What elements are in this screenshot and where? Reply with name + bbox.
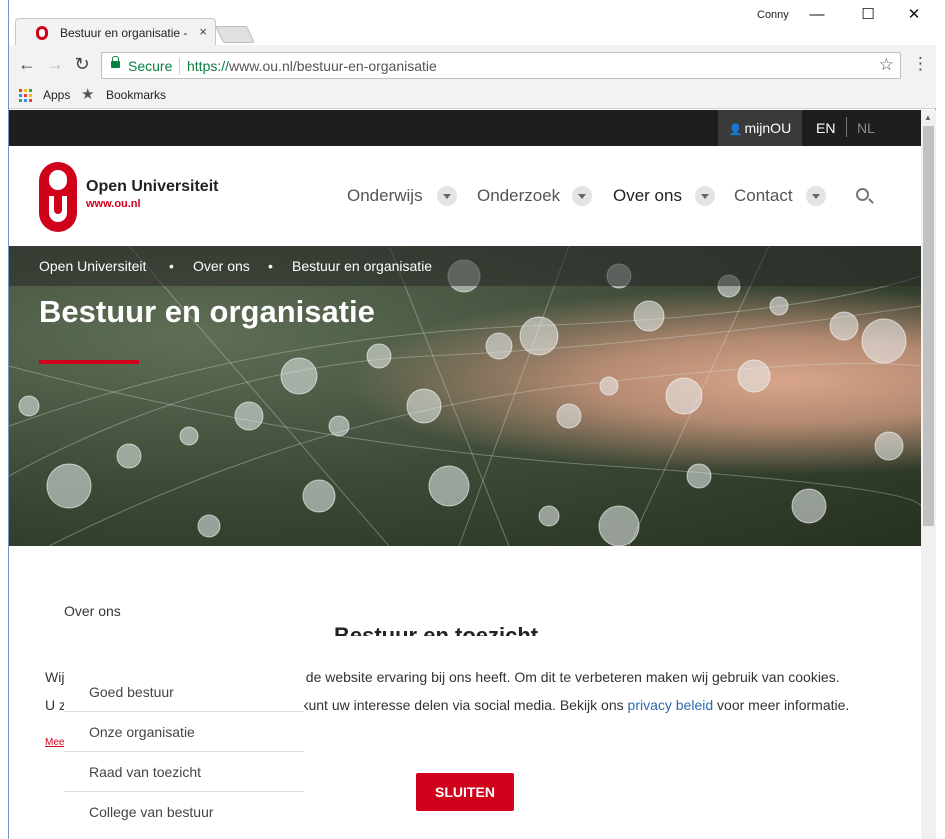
chevron-down-icon[interactable]	[806, 186, 826, 206]
cookie-line1-end: de website ervaring bij ons heeft. Om di…	[305, 669, 840, 685]
url-scheme: https://	[187, 58, 230, 74]
maximize-button[interactable]: ☐	[845, 4, 891, 28]
language-nl[interactable]: NL	[857, 120, 875, 136]
logo-name[interactable]: Open Universiteit	[86, 178, 218, 196]
forward-icon[interactable]: →	[44, 54, 66, 75]
background-window-right	[935, 110, 945, 839]
background-window-left	[0, 45, 8, 839]
tab-close-icon[interactable]: ×	[199, 24, 207, 39]
title-underline	[39, 360, 139, 364]
cookie-line2-end: kunt uw interesse delen via social media…	[301, 697, 628, 713]
nav-onderzoek[interactable]: Onderzoek	[477, 186, 560, 206]
scroll-thumb[interactable]	[923, 126, 934, 526]
browser-menu-icon[interactable]: ⋮	[912, 54, 929, 74]
sidenav-item-label: Onze organisatie	[89, 724, 195, 740]
browser-toolbar: ← → ↻ Secure https://www.ou.nl/bestuur-e…	[9, 45, 936, 83]
mijnou-button[interactable]: 👤 mijnOU	[718, 110, 802, 146]
secure-label: Secure	[128, 58, 173, 74]
breadcrumb-separator: •	[169, 258, 174, 274]
breadcrumb-current: Bestuur en organisatie	[292, 258, 433, 274]
nav-onderwijs[interactable]: Onderwijs	[347, 186, 423, 206]
back-icon[interactable]: ←	[16, 54, 38, 75]
reload-icon[interactable]: ↻	[71, 54, 93, 75]
hero-banner: Open Universiteit • Over ons • Bestuur e…	[9, 246, 921, 546]
privacy-link[interactable]: privacy beleid	[628, 697, 714, 713]
apps-grid-icon[interactable]	[19, 89, 33, 103]
sidenav-item-goed-bestuur[interactable]: Goed bestuur	[64, 672, 304, 712]
search-icon[interactable]	[856, 188, 869, 201]
dew-web-image	[9, 246, 921, 546]
web-page: 👤 mijnOU EN NL Open Universiteit www.ou.n…	[9, 110, 921, 839]
new-tab-button[interactable]	[215, 26, 255, 43]
site-header: Open Universiteit www.ou.nl Onderwijs On…	[9, 146, 921, 246]
chevron-down-icon[interactable]	[572, 186, 592, 206]
url-path: www.ou.nl/bestuur-en-organisatie	[229, 58, 437, 74]
sidenav-item-label: College van bestuur	[89, 804, 214, 820]
bookmark-apps[interactable]: Apps	[43, 88, 70, 102]
bookmarks-bar: Apps ★ Bookmarks	[9, 83, 936, 109]
browser-window: Bestuur en organisatie - × Conny — ☐ ✕ ←…	[8, 0, 936, 839]
nav-contact[interactable]: Contact	[734, 186, 793, 206]
address-bar[interactable]: Secure https://www.ou.nl/bestuur-en-orga…	[101, 52, 901, 79]
nav-over-ons[interactable]: Over ons	[613, 186, 682, 206]
browser-tab[interactable]: Bestuur en organisatie - ×	[15, 18, 216, 46]
page-title: Bestuur en organisatie	[39, 294, 375, 329]
page-scrollbar[interactable]: ▲	[921, 110, 936, 839]
breadcrumb: Open Universiteit • Over ons • Bestuur e…	[9, 246, 921, 286]
chevron-down-icon[interactable]	[437, 186, 457, 206]
close-cookie-button[interactable]: SLUITEN	[416, 773, 514, 811]
breadcrumb-over-ons[interactable]: Over ons	[193, 258, 250, 274]
tab-title: Bestuur en organisatie -	[60, 26, 188, 40]
person-icon: 👤	[728, 124, 743, 136]
omnibox-divider	[179, 58, 180, 74]
language-en[interactable]: EN	[816, 120, 835, 136]
breadcrumb-separator: •	[268, 258, 273, 274]
profile-name[interactable]: Conny	[757, 9, 789, 21]
minimize-button[interactable]: —	[794, 4, 840, 28]
side-navigation: Goed bestuur Onze organisatie Raad van t…	[64, 672, 304, 832]
bookmark-bookmarks[interactable]: Bookmarks	[106, 88, 166, 102]
content-heading: Bestuur en toezicht	[334, 623, 539, 636]
mijnou-label: mijnOU	[744, 120, 792, 136]
sidenav-item-label: Goed bestuur	[89, 684, 174, 700]
sidenav-item-raad-van-toezicht[interactable]: Raad van toezicht	[64, 752, 304, 792]
ou-favicon-icon	[36, 26, 48, 40]
title-bar: Bestuur en organisatie - × Conny — ☐ ✕	[9, 0, 937, 46]
chevron-down-icon[interactable]	[695, 186, 715, 206]
url-text[interactable]: https://www.ou.nl/bestuur-en-organisatie	[187, 58, 437, 74]
close-window-button[interactable]: ✕	[891, 4, 937, 28]
breadcrumb-home[interactable]: Open Universiteit	[39, 258, 146, 274]
star-icon: ★	[81, 86, 95, 103]
lock-icon	[111, 56, 120, 68]
ou-logo-icon[interactable]	[39, 162, 77, 232]
cookie-line2-tail: voor meer informatie.	[713, 697, 850, 713]
sidenav-item-onze-organisatie[interactable]: Onze organisatie	[64, 712, 304, 752]
sidenav-item-label: Raad van toezicht	[89, 764, 202, 780]
scroll-up-icon[interactable]: ▲	[924, 113, 932, 122]
sidenav-item-college-van-bestuur[interactable]: College van bestuur	[64, 792, 304, 832]
bookmark-star-icon[interactable]: ☆	[879, 55, 894, 75]
sidenav-title[interactable]: Over ons	[64, 603, 121, 619]
language-divider	[846, 117, 847, 137]
utility-bar: 👤 mijnOU EN NL	[9, 110, 921, 146]
logo-url: www.ou.nl	[86, 198, 141, 210]
